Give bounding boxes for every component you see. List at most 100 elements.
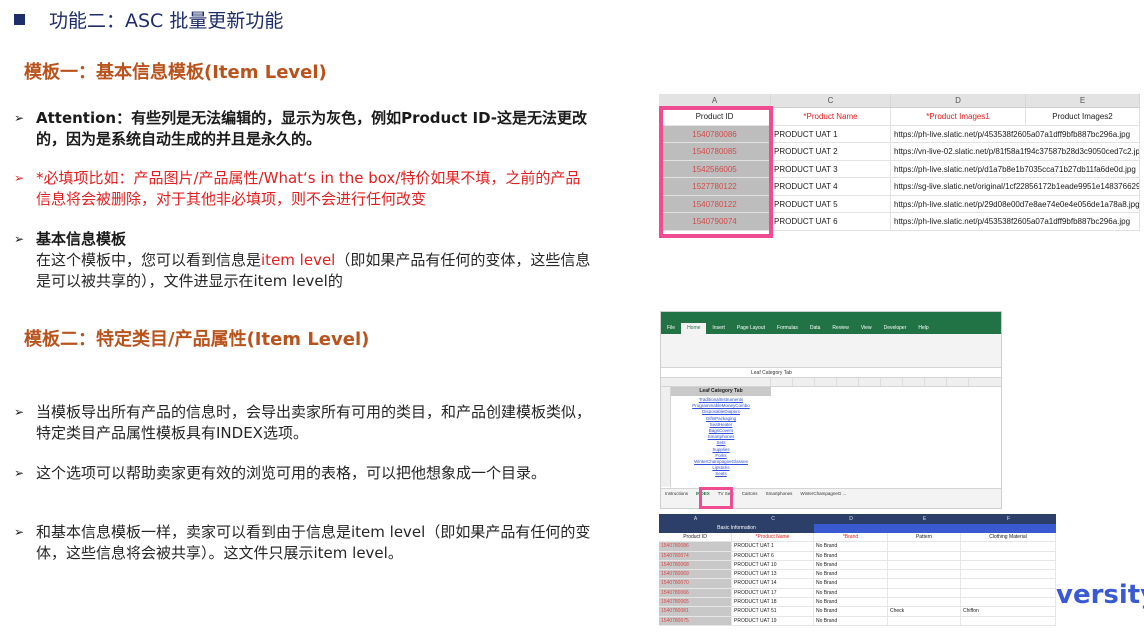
table-row: 1540780066 PRODUCT UAT 17 No Brand <box>659 588 1056 599</box>
product-image-cell[interactable]: https://ph-live.slatic.net/p/d1a7b8e1b70… <box>891 160 1140 177</box>
product-image-cell[interactable]: https://ph-live.slatic.net/p/29d08e00d7e… <box>891 195 1140 212</box>
bullet-attention: ➢ Attention：有些列是无法编辑的，显示为灰色，例如Product ID… <box>14 108 594 150</box>
table-row: 1540780081 PRODUCT UAT 51 No Brand Check Chi… <box>659 607 1056 617</box>
clothing-material-cell[interactable] <box>961 579 1056 588</box>
product-name-cell[interactable]: PRODUCT UAT 1 <box>732 542 814 551</box>
brand-cell[interactable]: No Brand <box>814 579 888 588</box>
pattern-cell[interactable] <box>888 579 961 588</box>
clothing-material-cell[interactable] <box>961 616 1056 625</box>
brand-cell[interactable]: No Brand <box>814 542 888 551</box>
item-level-text: 和基本信息模板一样，卖家可以看到由于信息是item level（即如果产品有任何… <box>36 523 591 562</box>
catalog-text: 这个选项可以帮助卖家更有效的浏览可用的表格，可以把他想象成一个目录。 <box>36 464 547 482</box>
product-id-cell[interactable]: 1540780065 <box>659 598 732 607</box>
product-name-cell[interactable]: PRODUCT UAT 2 <box>771 143 891 160</box>
arrow-bullet-icon: ➢ <box>14 466 25 480</box>
product-image-cell[interactable]: https://vn-live-02.slatic.net/p/81f58a1f… <box>891 143 1140 160</box>
bullet-index: ➢ 当模板导出所有产品的信息时，会导出卖家所有可用的类目，和产品创建模板类似，特… <box>14 402 594 444</box>
basic-template-title: 基本信息模板 <box>36 230 127 248</box>
pattern-cell[interactable] <box>888 551 961 560</box>
pattern-cell[interactable] <box>888 616 961 625</box>
ribbon-tab[interactable]: Help <box>912 323 934 334</box>
basic-information-group: Basic Information <box>659 524 814 533</box>
ribbon-tab[interactable]: Home <box>681 323 707 334</box>
column-letter: F <box>1006 516 1011 522</box>
brand-cell[interactable]: No Brand <box>814 570 888 579</box>
pattern-cell[interactable] <box>888 588 961 598</box>
product-name-cell[interactable]: PRODUCT UAT 10 <box>732 560 814 570</box>
clothing-material-cell[interactable] <box>961 560 1056 570</box>
leaf-category-header[interactable]: Leaf Category Tab <box>671 387 771 396</box>
brand-cell[interactable]: No Brand <box>814 616 888 625</box>
formula-bar[interactable]: Leaf Category Tab <box>661 368 1001 378</box>
ribbon-tab[interactable]: View <box>855 323 878 334</box>
table-row: 1540780065 PRODUCT UAT 18 No Brand <box>659 598 1056 608</box>
ribbon-tab[interactable]: Insert <box>706 323 731 334</box>
product-name-cell[interactable]: PRODUCT UAT 18 <box>732 598 814 607</box>
product-name-cell[interactable]: PRODUCT UAT 14 <box>732 579 814 588</box>
ribbon-tab[interactable]: Formulas <box>771 323 804 334</box>
brand-cell[interactable]: No Brand <box>814 551 888 560</box>
brand-cell[interactable]: No Brand <box>814 588 888 598</box>
category-links: TraditionalInstruments ProgrammableMoney… <box>671 397 771 478</box>
product-name-cell[interactable]: PRODUCT UAT 6 <box>771 213 891 230</box>
product-image-cell[interactable]: https://ph-live.slatic.net/p/453538f2605… <box>891 125 1140 142</box>
product-name-cell[interactable]: PRODUCT UAT 3 <box>771 160 891 177</box>
ribbon-tab[interactable]: File <box>661 323 681 334</box>
ribbon-tab[interactable]: Page Layout <box>731 323 771 334</box>
ribbon-tab[interactable]: Review <box>826 323 854 334</box>
category-link[interactable]: Seats <box>671 471 771 477</box>
product-id-cell[interactable]: 1540780075 <box>659 616 732 625</box>
clothing-material-cell[interactable] <box>961 570 1056 579</box>
ribbon-tab[interactable]: Data <box>804 323 827 334</box>
arrow-bullet-icon: ➢ <box>14 405 25 419</box>
sheet-tab[interactable]: Smartphones <box>762 489 797 498</box>
bullet-basic-template: ➢ 基本信息模板 在这个模板中，您可以看到信息是item level（即如果产品… <box>14 229 594 292</box>
product-name-cell[interactable]: PRODUCT UAT 13 <box>732 570 814 579</box>
sheet-tab[interactable]: WinterChampagneG ... <box>796 489 850 498</box>
clothing-material-cell[interactable] <box>961 588 1056 598</box>
product-id-cell[interactable]: 1540780069 <box>659 570 732 579</box>
product-id-cell[interactable]: 1540780081 <box>659 607 732 616</box>
sheet-tab[interactable]: Instructions <box>661 489 692 498</box>
brand-cell[interactable]: No Brand <box>814 560 888 570</box>
product-name-cell[interactable]: PRODUCT UAT 1 <box>771 125 891 142</box>
pattern-cell[interactable]: Check <box>888 607 961 616</box>
product-name-cell[interactable]: PRODUCT UAT 5 <box>771 195 891 212</box>
product-name-cell[interactable]: PRODUCT UAT 4 <box>771 178 891 195</box>
group-header-row: Basic Information <box>659 524 1056 533</box>
pattern-cell[interactable] <box>888 560 961 570</box>
product-image-cell[interactable]: https://sg-live.slatic.net/original/1cf2… <box>891 178 1140 195</box>
template2-heading: 模板二：特定类目/产品属性(Item Level) <box>24 329 370 350</box>
excel-title-bar <box>661 312 1001 323</box>
product-name-cell[interactable]: PRODUCT UAT 19 <box>732 616 814 625</box>
ribbon-tab[interactable]: Developer <box>878 323 913 334</box>
product-id-cell[interactable]: 1540780074 <box>659 551 732 560</box>
basic-info-spreadsheet: A C D E Product ID *Product Name *Produc… <box>659 94 1140 240</box>
clothing-material-cell[interactable] <box>961 598 1056 607</box>
table-row: 1540780070 PRODUCT UAT 14 No Brand <box>659 579 1056 589</box>
template1-heading: 模板一：基本信息模板(Item Level) <box>24 62 327 83</box>
index-tab-highlight-box <box>699 487 733 509</box>
product-id-cell[interactable]: 1540780070 <box>659 579 732 588</box>
pattern-cell[interactable] <box>888 542 961 551</box>
brand-cell[interactable]: No Brand <box>814 598 888 607</box>
product-name-cell[interactable]: PRODUCT UAT 17 <box>732 588 814 598</box>
product-name-cell[interactable]: PRODUCT UAT 6 <box>732 551 814 560</box>
sheet-tab[interactable]: Cartons <box>738 489 762 498</box>
header-product-name: *Product Name <box>732 533 814 542</box>
pattern-cell[interactable] <box>888 570 961 579</box>
brand-cell[interactable]: No Brand <box>814 607 888 616</box>
product-id-cell[interactable]: 1540780066 <box>659 588 732 598</box>
basic-template-body-1: 在这个模板中，您可以看到信息是 <box>36 251 262 269</box>
clothing-material-cell[interactable] <box>961 542 1056 551</box>
product-name-cell[interactable]: PRODUCT UAT 51 <box>732 607 814 616</box>
pattern-cell[interactable] <box>888 598 961 607</box>
clothing-material-cell[interactable]: Chiffon <box>961 607 1056 616</box>
product-id-cell[interactable]: 1540780068 <box>659 560 732 570</box>
product-id-cell[interactable]: 1540780086 <box>659 542 732 551</box>
product-image-cell[interactable]: https://ph-live.slatic.net/p/453538f2605… <box>891 213 1140 230</box>
row-numbers <box>661 387 671 487</box>
clothing-material-cell[interactable] <box>961 551 1056 560</box>
column-letter: A <box>693 516 698 522</box>
basic-template-highlight: item level <box>261 251 336 269</box>
